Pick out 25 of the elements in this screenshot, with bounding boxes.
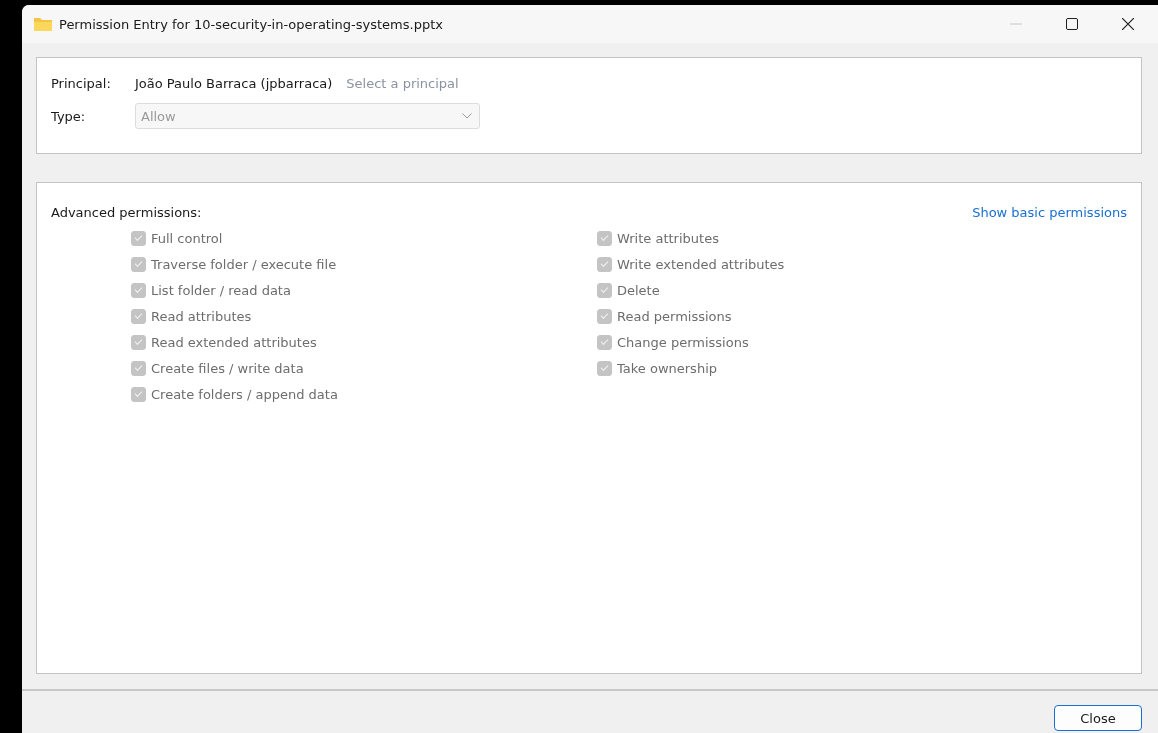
checkbox-label: Read attributes bbox=[151, 308, 252, 324]
checkbox-label: Create folders / append data bbox=[151, 386, 338, 402]
chevron-down-icon bbox=[462, 113, 472, 119]
select-principal-link[interactable]: Select a principal bbox=[346, 76, 459, 91]
permissions-heading: Advanced permissions: bbox=[51, 205, 202, 220]
checkbox-label: Change permissions bbox=[617, 334, 749, 350]
principal-name: João Paulo Barraca (jpbarraca) bbox=[135, 76, 333, 91]
principal-label: Principal: bbox=[51, 76, 112, 91]
maximize-icon[interactable] bbox=[1066, 18, 1078, 30]
checkbox-label: Write extended attributes bbox=[617, 256, 785, 272]
checkbox-label: Create files / write data bbox=[151, 360, 304, 376]
checkbox-label: Full control bbox=[151, 230, 223, 246]
checkbox-label: Delete bbox=[617, 282, 660, 298]
close-button[interactable]: Close bbox=[1054, 705, 1142, 731]
checkbox-label: List folder / read data bbox=[151, 282, 291, 298]
folder-icon bbox=[33, 16, 53, 32]
window-title: Permission Entry for 10-security-in-operating-systems.pptx bbox=[59, 16, 443, 32]
close-icon[interactable] bbox=[1122, 18, 1134, 30]
checkbox-label: Traverse folder / execute file bbox=[151, 256, 337, 272]
checkbox-label: Take ownership bbox=[617, 360, 717, 376]
checkbox-label: Read permissions bbox=[617, 308, 732, 324]
show-basic-permissions-link[interactable]: Show basic permissions bbox=[972, 205, 1127, 220]
checkbox-label: Read extended attributes bbox=[151, 334, 317, 350]
checkbox-label: Write attributes bbox=[617, 230, 719, 246]
type-label: Type: bbox=[51, 108, 87, 124]
